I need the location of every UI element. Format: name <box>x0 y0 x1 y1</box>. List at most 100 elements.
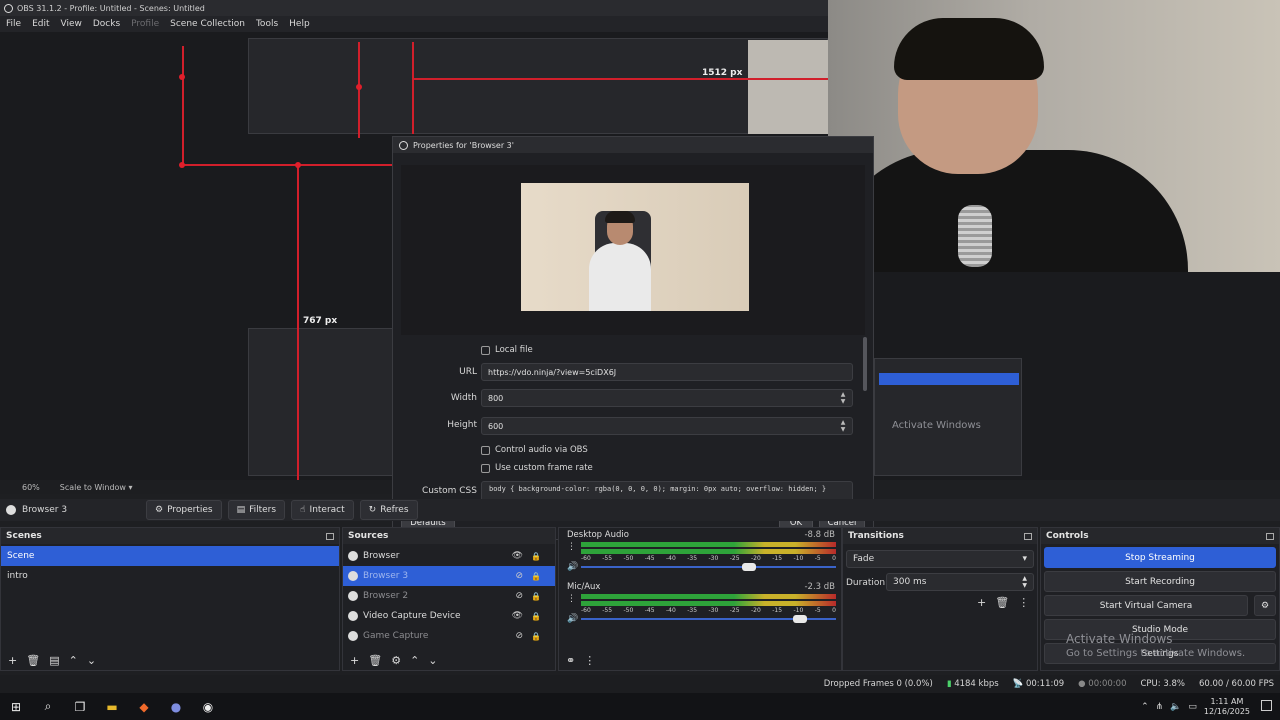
scale-mode[interactable]: Scale to Window ▾ <box>60 483 133 492</box>
brave-browser-icon[interactable]: ◆ <box>128 693 160 720</box>
control-audio-checkbox[interactable]: Control audio via OBS <box>481 445 588 455</box>
refresh-button[interactable]: ↻ Refres <box>359 500 418 520</box>
source-item-game-capture[interactable]: Game Capture ⊘ 🔒 <box>343 626 555 646</box>
popout-icon[interactable] <box>1024 532 1032 540</box>
duration-input[interactable]: 300 ms ▲ ▼ <box>886 573 1034 591</box>
gear-icon[interactable]: ⚙ <box>391 654 401 667</box>
windows-start-icon[interactable]: ⊞ <box>0 693 32 720</box>
down-icon[interactable]: ⌄ <box>87 654 96 667</box>
file-explorer-icon[interactable]: ▬ <box>96 693 128 720</box>
add-icon[interactable]: + <box>977 596 986 609</box>
guide-handle[interactable] <box>179 74 185 80</box>
add-icon[interactable]: + <box>350 654 359 667</box>
source-item-video-capture[interactable]: Video Capture Device 👁 🔒 <box>343 606 555 626</box>
nested-obs-capture-top <box>248 38 828 134</box>
link-icon[interactable]: ⚭ <box>566 654 575 667</box>
properties-button[interactable]: ⚙ Properties <box>146 500 222 520</box>
source-item-browser[interactable]: Browser 👁 🔒 <box>343 546 555 566</box>
scene-item[interactable]: intro <box>1 566 339 586</box>
chevron-up-icon[interactable]: ⌃ <box>1141 702 1149 712</box>
menu-file[interactable]: File <box>6 19 21 29</box>
filter-icon[interactable]: ▤ <box>49 654 59 667</box>
width-spinner-icon[interactable]: ▲ ▼ <box>838 391 848 405</box>
filters-button[interactable]: ▤ Filters <box>227 500 286 520</box>
globe-icon <box>348 591 358 601</box>
popout-icon[interactable] <box>326 532 334 540</box>
obs-taskbar-icon[interactable]: ◉ <box>192 693 224 720</box>
up-icon[interactable]: ⌃ <box>69 654 78 667</box>
guide-handle[interactable] <box>295 162 301 168</box>
down-icon[interactable]: ⌄ <box>428 654 437 667</box>
volume-slider-knob[interactable] <box>742 563 757 571</box>
start-virtual-camera-button[interactable]: Start Virtual Camera <box>1044 595 1248 616</box>
source-item-browser-2[interactable]: Browser 2 ⊘ 🔒 <box>343 586 555 606</box>
stop-streaming-button[interactable]: Stop Streaming <box>1044 547 1276 568</box>
popout-icon[interactable] <box>1266 532 1274 540</box>
menu-dots-icon[interactable]: ⋮ <box>584 654 595 667</box>
speaker-icon[interactable]: 🔊 <box>567 614 578 624</box>
up-icon[interactable]: ⌃ <box>410 654 419 667</box>
gear-icon: ⚙ <box>155 505 164 515</box>
volume-icon[interactable]: 🔈 <box>1170 702 1181 712</box>
transition-select[interactable]: Fade ▾ <box>846 550 1034 568</box>
checkbox-icon[interactable] <box>481 445 490 455</box>
trash-icon[interactable]: 🗑 <box>26 654 40 667</box>
duration-spinner-icon[interactable]: ▲ ▼ <box>1022 575 1027 589</box>
zoom-level[interactable]: 60% <box>22 483 40 492</box>
meter-ticks: -60 -55 -50 -45 -40 -35 -30 -25 -20 -15 -10 -5 0 <box>581 607 836 614</box>
virtual-camera-settings-icon[interactable]: ⚙ <box>1254 595 1276 616</box>
eye-hidden-icon[interactable]: ⊘ <box>515 631 523 641</box>
menu-edit[interactable]: Edit <box>32 19 49 29</box>
eye-hidden-icon[interactable]: ⊘ <box>515 591 523 601</box>
speaker-icon[interactable]: 🔊 <box>567 562 578 572</box>
height-spinner-icon[interactable]: ▲ ▼ <box>838 419 848 433</box>
discord-icon[interactable]: ● <box>160 693 192 720</box>
lock-icon[interactable]: 🔒 <box>531 572 541 581</box>
volume-slider-track[interactable] <box>581 566 836 568</box>
eye-hidden-icon[interactable]: ⊘ <box>515 571 523 581</box>
source-item-browser-3[interactable]: Browser 3 ⊘ 🔒 <box>343 566 555 586</box>
local-file-checkbox[interactable]: Local file <box>481 345 533 355</box>
trash-icon[interactable]: 🗑 <box>368 654 382 667</box>
task-view-icon[interactable]: ❐ <box>64 693 96 720</box>
trash-icon[interactable]: 🗑 <box>995 596 1009 609</box>
start-recording-button[interactable]: Start Recording <box>1044 571 1276 592</box>
transitions-dock-title: Transitions <box>843 528 1037 544</box>
lock-icon[interactable]: 🔒 <box>531 592 541 601</box>
checkbox-icon[interactable] <box>481 463 490 473</box>
dialog-scrollbar[interactable] <box>863 337 867 391</box>
menu-view[interactable]: View <box>61 19 82 29</box>
add-icon[interactable]: + <box>8 654 17 667</box>
menu-help[interactable]: Help <box>289 19 310 29</box>
menu-scene-collection[interactable]: Scene Collection <box>170 19 245 29</box>
duration-label: Duration <box>846 578 886 588</box>
volume-slider-knob[interactable] <box>793 615 808 623</box>
menu-tools[interactable]: Tools <box>256 19 278 29</box>
custom-frame-rate-checkbox[interactable]: Use custom frame rate <box>481 463 593 473</box>
eye-icon[interactable]: 👁 <box>512 611 523 621</box>
notification-icon[interactable] <box>1261 700 1272 711</box>
lock-icon[interactable]: 🔒 <box>531 552 541 561</box>
battery-icon[interactable]: ▭ <box>1188 702 1197 712</box>
url-input[interactable]: https://vdo.ninja/?view=5ciDX6J <box>481 363 853 381</box>
mixer-menu-icon[interactable]: ⋮ <box>567 594 576 604</box>
network-icon[interactable]: ⋔ <box>1156 702 1164 712</box>
scene-item[interactable]: Scene <box>1 546 339 566</box>
lock-icon[interactable]: 🔒 <box>531 632 541 641</box>
height-px-label: 767 px <box>303 316 338 326</box>
lock-icon[interactable]: 🔒 <box>531 612 541 621</box>
menu-dots-icon[interactable]: ⋮ <box>1018 596 1029 609</box>
interact-button[interactable]: ☝ Interact <box>291 500 354 520</box>
menu-docks[interactable]: Docks <box>93 19 120 29</box>
mixer-menu-icon[interactable]: ⋮ <box>567 542 576 552</box>
guide-handle[interactable] <box>179 162 185 168</box>
search-icon[interactable]: ⌕ <box>32 693 64 720</box>
width-input[interactable]: 800 ▲ ▼ <box>481 389 853 407</box>
eye-icon[interactable]: 👁 <box>512 551 523 561</box>
clock[interactable]: 1:11 AM 12/16/2025 <box>1204 697 1250 717</box>
cpu-usage: CPU: 3.8% <box>1140 679 1185 689</box>
menu-profile[interactable]: Profile <box>131 19 159 29</box>
checkbox-icon[interactable] <box>481 345 490 355</box>
guide-handle[interactable] <box>356 84 362 90</box>
height-input[interactable]: 600 ▲ ▼ <box>481 417 853 435</box>
